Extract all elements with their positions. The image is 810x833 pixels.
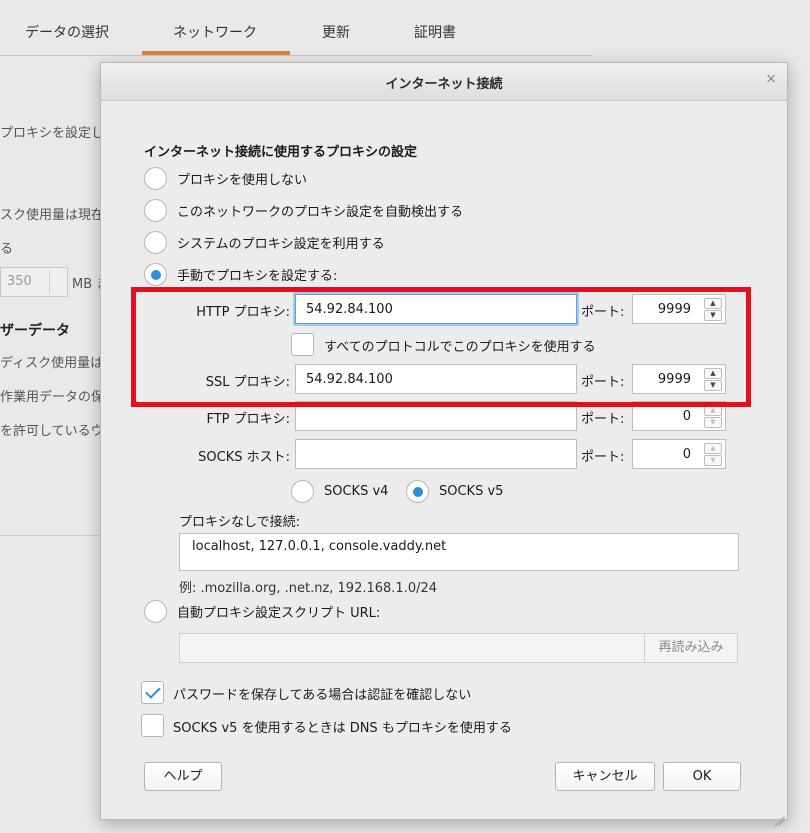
- radio-label: このネットワークのプロキシ設定を自動検出する: [177, 204, 464, 220]
- http-port-stepper[interactable]: 9999 ▲ ▼: [632, 294, 726, 324]
- radio-socks-v4[interactable]: SOCKS v4: [291, 479, 388, 503]
- resize-grip-icon[interactable]: [773, 805, 785, 817]
- proxy-section-heading: インターネット接続に使用するプロキシの設定: [144, 145, 418, 160]
- radio-socks-v5[interactable]: SOCKS v5: [406, 479, 503, 503]
- http-proxy-input[interactable]: [295, 294, 577, 324]
- share-all-protocols-label: すべてのプロトコルでこのプロキシを使用する: [324, 340, 596, 355]
- close-icon[interactable]: ×: [765, 71, 777, 87]
- auto-config-url-input[interactable]: [179, 633, 645, 663]
- radio-label: 手動でプロキシを設定する:: [177, 268, 338, 284]
- ssl-port-label: ポート:: [581, 375, 625, 390]
- bg-user-disk-text: ディスク使用量は現: [0, 356, 117, 371]
- cancel-button[interactable]: キャンセル: [555, 762, 655, 791]
- connection-settings-dialog: インターネット接続 × インターネット接続に使用するプロキシの設定 プロキシを使…: [100, 62, 788, 820]
- radio-button-selected[interactable]: [406, 479, 429, 503]
- bg-disk-usage-text: スク使用量は現在: [0, 208, 105, 223]
- increment-arrow-icon[interactable]: ▲: [704, 405, 722, 416]
- ssl-port-stepper[interactable]: 9999 ▲ ▼: [632, 364, 726, 394]
- preferences-tab-bar: データの選択 ネットワーク 更新 証明書: [0, 0, 592, 56]
- tab-data-selection[interactable]: データの選択: [25, 22, 109, 42]
- dialog-titlebar[interactable]: インターネット接続 ×: [101, 63, 787, 101]
- ssl-port-value: 9999: [657, 372, 691, 387]
- radio-auto-detect[interactable]: このネットワークのプロキシ設定を自動検出する: [144, 198, 463, 222]
- socks-dns-checkbox[interactable]: [141, 714, 164, 737]
- radio-system-proxy[interactable]: システムのプロキシ設定を利用する: [144, 230, 385, 254]
- radio-manual-proxy[interactable]: 手動でプロキシを設定する:: [144, 262, 337, 286]
- radio-auto-config-url[interactable]: 自動プロキシ設定スクリプト URL:: [144, 599, 380, 623]
- no-prompt-auth-checkbox[interactable]: [141, 681, 164, 704]
- socks-port-label: ポート:: [581, 450, 625, 465]
- radio-button[interactable]: [144, 166, 167, 190]
- increment-arrow-icon[interactable]: ▲: [704, 443, 722, 454]
- radio-label: SOCKS v5: [439, 483, 504, 499]
- bg-allow-text: を許可しているウ: [0, 424, 104, 439]
- decrement-arrow-icon[interactable]: ▼: [704, 310, 722, 321]
- decrement-arrow-icon[interactable]: ▼: [704, 380, 722, 391]
- radio-button[interactable]: [291, 479, 314, 503]
- socks-dns-label: SOCKS v5 を使用するときは DNS もプロキシを使用する: [173, 721, 512, 736]
- tab-network[interactable]: ネットワーク: [173, 22, 257, 42]
- tab-update[interactable]: 更新: [322, 22, 350, 42]
- radio-label: プロキシを使用しない: [177, 172, 308, 188]
- reload-button[interactable]: 再読み込み: [644, 633, 738, 663]
- ssl-proxy-label: SSL プロキシ:: [205, 375, 290, 390]
- ssl-proxy-input[interactable]: [295, 364, 577, 394]
- bg-limit-text: る: [0, 242, 14, 257]
- socks-port-stepper[interactable]: 0 ▲ ▼: [632, 439, 726, 469]
- increment-arrow-icon[interactable]: ▲: [704, 298, 722, 309]
- ftp-port-label: ポート:: [581, 412, 625, 427]
- http-port-value: 9999: [657, 302, 691, 317]
- decrement-arrow-icon[interactable]: ▼: [704, 455, 722, 466]
- bg-user-data-heading: ザーデータ: [0, 323, 70, 339]
- ok-button[interactable]: OK: [663, 762, 741, 791]
- tab-certificates[interactable]: 証明書: [414, 22, 456, 42]
- radio-label: SOCKS v4: [324, 483, 389, 499]
- ftp-proxy-label: FTP プロキシ:: [206, 412, 290, 427]
- radio-label: 自動プロキシ設定スクリプト URL:: [177, 605, 381, 621]
- radio-button[interactable]: [144, 230, 167, 254]
- socks-host-label: SOCKS ホスト:: [198, 450, 290, 465]
- radio-button[interactable]: [144, 599, 167, 623]
- http-proxy-label: HTTP プロキシ:: [196, 305, 290, 320]
- bg-work-data-text: 作業用データの保: [0, 390, 105, 405]
- share-all-protocols-checkbox[interactable]: [291, 333, 314, 356]
- no-proxy-for-label: プロキシなしで接続:: [179, 515, 300, 530]
- active-tab-underline: [142, 51, 290, 55]
- help-button[interactable]: ヘルプ: [144, 762, 222, 791]
- socks-host-input[interactable]: [295, 439, 577, 469]
- http-port-label: ポート:: [581, 305, 625, 320]
- radio-no-proxy[interactable]: プロキシを使用しない: [144, 166, 307, 190]
- ftp-port-value: 0: [682, 409, 691, 424]
- no-proxy-example-hint: 例: .mozilla.org, .net.nz, 192.168.1.0/24: [179, 581, 438, 596]
- radio-button[interactable]: [144, 198, 167, 222]
- ftp-port-stepper[interactable]: 0 ▲ ▼: [632, 401, 726, 431]
- increment-arrow-icon[interactable]: ▲: [704, 368, 722, 379]
- radio-button-selected[interactable]: [144, 262, 167, 286]
- no-prompt-auth-label: パスワードを保存してある場合は認証を確認しない: [173, 688, 472, 703]
- no-proxy-for-textarea[interactable]: localhost, 127.0.0.1, console.vaddy.net: [179, 533, 739, 571]
- bg-proxy-settings-text: プロキシを設定し: [0, 126, 105, 141]
- bg-cache-size-input: 350: [0, 267, 68, 297]
- radio-label: システムのプロキシ設定を利用する: [177, 236, 385, 252]
- ftp-proxy-input[interactable]: [295, 401, 577, 431]
- dialog-title: インターネット接続: [385, 77, 503, 92]
- bg-divider: [0, 535, 100, 536]
- decrement-arrow-icon[interactable]: ▼: [704, 417, 722, 428]
- socks-port-value: 0: [682, 447, 691, 462]
